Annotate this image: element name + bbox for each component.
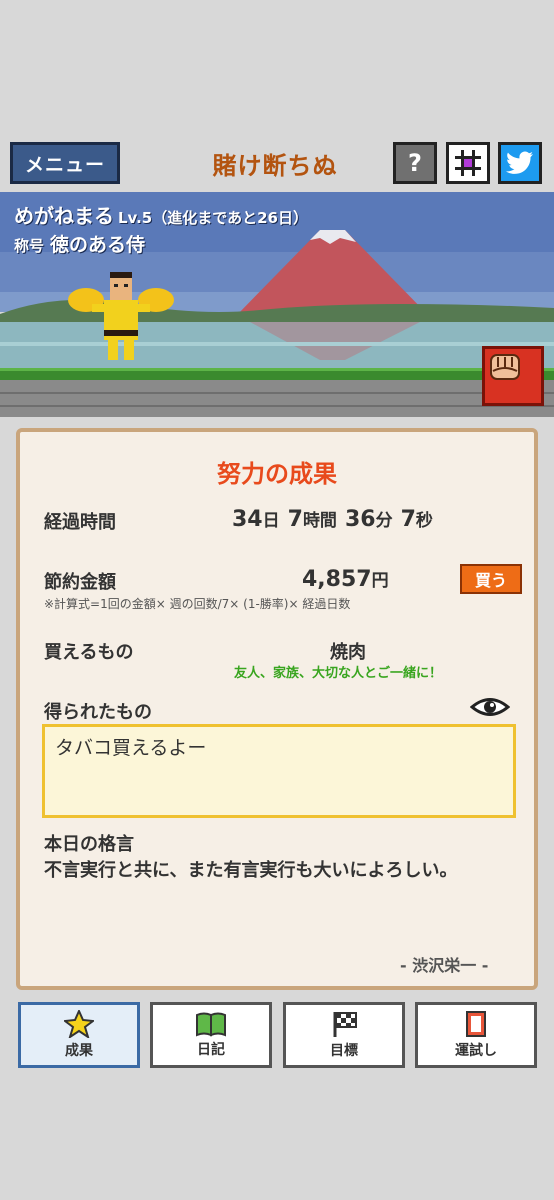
fist-button[interactable] bbox=[482, 346, 544, 406]
twitter-share-button[interactable] bbox=[498, 142, 542, 184]
tab-label: 日記 bbox=[197, 1042, 225, 1058]
minutes-unit: 分 bbox=[375, 511, 393, 531]
elapsed-minutes: 36 bbox=[344, 507, 376, 532]
grid-button[interactable] bbox=[446, 142, 490, 184]
saved-amount-value: 4,857 bbox=[302, 567, 372, 592]
bottom-tab-bar: 成果 日記 目標 運試し bbox=[0, 1000, 554, 1070]
buy-button[interactable]: 買う bbox=[460, 564, 522, 594]
gained-label: 得られたもの bbox=[44, 702, 152, 723]
tab-fortune[interactable]: 運試し bbox=[415, 1002, 537, 1068]
character-title-line: 称号 徳のある侍 bbox=[14, 230, 145, 257]
seconds-unit: 秒 bbox=[415, 511, 433, 531]
star-icon bbox=[64, 1010, 94, 1038]
visibility-toggle[interactable] bbox=[469, 696, 511, 722]
book-icon bbox=[196, 1012, 226, 1037]
tab-goals[interactable]: 目標 bbox=[283, 1002, 405, 1068]
elapsed-label: 経過時間 bbox=[44, 512, 116, 533]
app-title: 賭け断ちぬ bbox=[212, 152, 338, 180]
quote-text: 不言実行と共に、また有言実行も大いによろしい。 bbox=[44, 860, 458, 881]
character-level: Lv.5（進化まであと26日） bbox=[118, 209, 308, 227]
elapsed-days: 34 bbox=[232, 507, 263, 532]
quote-label: 本日の格言 bbox=[44, 834, 134, 855]
quote-author: - 渋沢栄一 - bbox=[400, 956, 489, 975]
tab-label: 目標 bbox=[330, 1043, 358, 1059]
panel-title: 努力の成果 bbox=[217, 460, 337, 488]
title-prefix: 称号 bbox=[14, 237, 45, 255]
buyable-label: 買えるもの bbox=[44, 642, 134, 663]
elapsed-time: 34日 7時間 36分 7秒 bbox=[232, 506, 441, 532]
gained-text-field[interactable]: タバコ買えるよー bbox=[42, 724, 516, 818]
eye-icon bbox=[469, 698, 511, 716]
character-name-line: めがねまる Lv.5（進化まであと26日） bbox=[14, 200, 308, 229]
buyable-item: 焼肉 bbox=[330, 642, 366, 663]
achievement-panel: 努力の成果 経過時間 34日 7時間 36分 7秒 節約金額 4,857円 買う ※計… bbox=[16, 428, 538, 990]
tab-label: 運試し bbox=[455, 1043, 497, 1059]
flag-icon bbox=[333, 1012, 357, 1037]
days-unit: 日 bbox=[262, 511, 280, 531]
buyable-note: 友人、家族、大切な人とご一緒に！ bbox=[234, 666, 443, 681]
hours-unit: 時間 bbox=[302, 511, 337, 531]
tab-diary[interactable]: 日記 bbox=[150, 1002, 272, 1068]
app-header: メニュー 賭け断ちぬ ? bbox=[0, 140, 554, 190]
character-scene: めがねまる Lv.5（進化まであと26日） 称号 徳のある侍 bbox=[0, 192, 554, 417]
grid-icon bbox=[455, 150, 481, 176]
saved-label: 節約金額 bbox=[44, 572, 116, 593]
card-icon bbox=[466, 1011, 486, 1037]
tab-results[interactable]: 成果 bbox=[18, 1002, 140, 1068]
character-title: 徳のある侍 bbox=[50, 234, 146, 256]
elapsed-seconds: 7 bbox=[400, 507, 416, 532]
saved-unit: 円 bbox=[371, 571, 389, 591]
character-name: めがねまる bbox=[14, 204, 114, 228]
fist-icon bbox=[490, 354, 520, 380]
twitter-bird-icon bbox=[506, 151, 533, 174]
saved-amount: 4,857円 bbox=[302, 566, 389, 592]
help-button[interactable]: ? bbox=[393, 142, 437, 184]
tab-label: 成果 bbox=[65, 1043, 93, 1059]
formula-note: ※計算式=1回の金額× 週の回数/7× (1-勝率)× 経過日数 bbox=[44, 597, 351, 611]
menu-button[interactable]: メニュー bbox=[10, 142, 120, 184]
elapsed-hours: 7 bbox=[287, 507, 303, 532]
